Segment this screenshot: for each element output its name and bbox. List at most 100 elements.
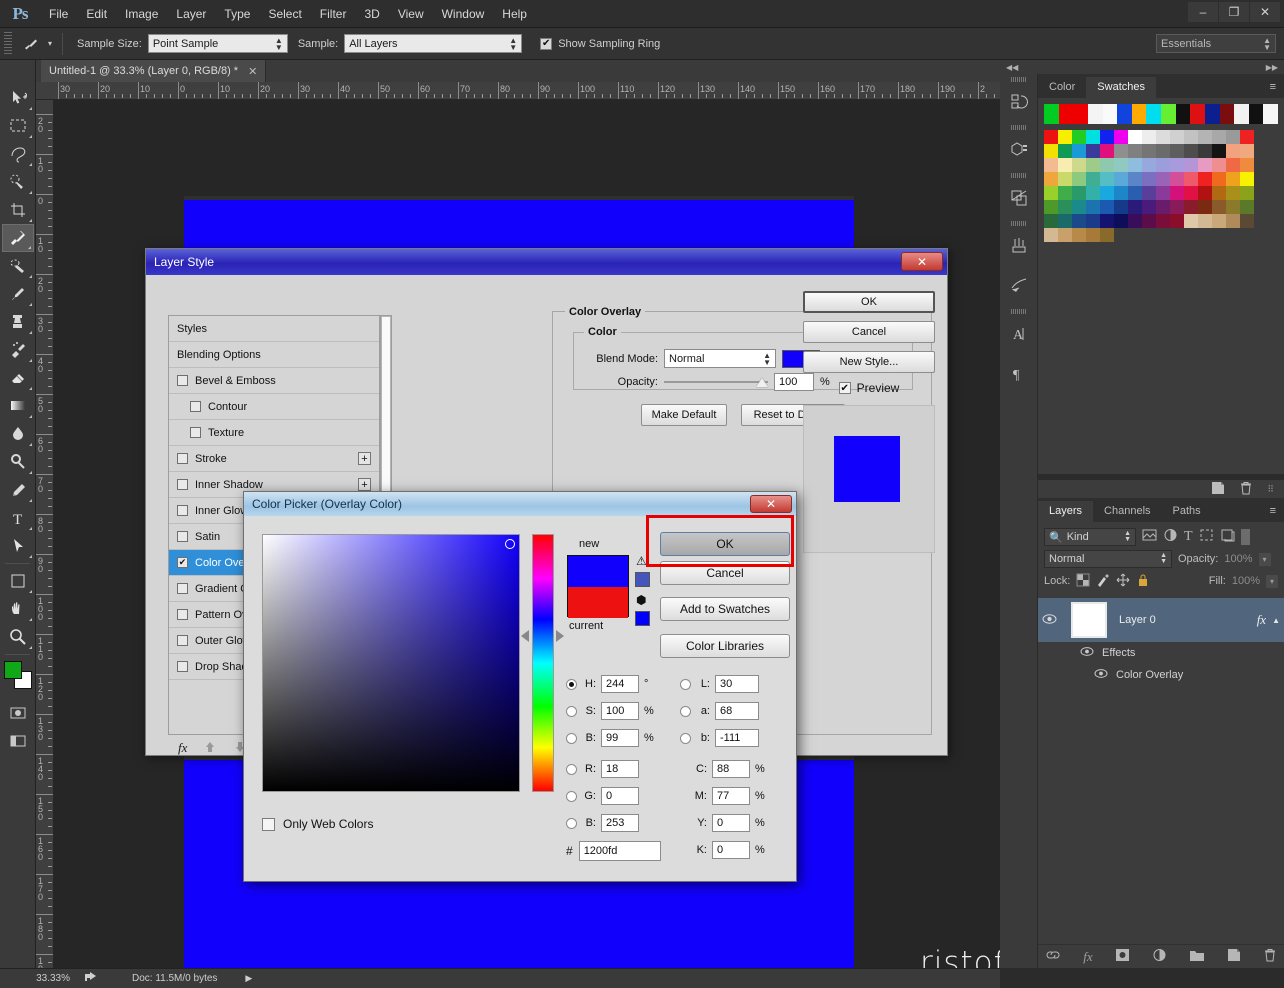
menu-bar[interactable]: File Edit Image Layer Type Select Filter 3D View… bbox=[40, 0, 536, 28]
color-swatch[interactable] bbox=[1212, 144, 1226, 158]
field-input[interactable]: -111 bbox=[715, 729, 759, 747]
eyedropper-tool-preset-icon[interactable] bbox=[20, 33, 42, 55]
link-layers-icon[interactable] bbox=[1045, 948, 1061, 965]
color-field-b[interactable]: b: -111 bbox=[680, 729, 759, 747]
radio-h[interactable] bbox=[566, 678, 577, 690]
close-icon[interactable]: ✕ bbox=[750, 495, 792, 513]
quick-mask-icon[interactable] bbox=[2, 699, 34, 727]
delete-layer-icon[interactable] bbox=[1263, 948, 1277, 965]
field-input[interactable]: 100 bbox=[601, 702, 639, 720]
color-swatch[interactable] bbox=[1100, 200, 1114, 214]
color-swatch[interactable] bbox=[1072, 130, 1086, 144]
layer-style-cancel-button[interactable]: Cancel bbox=[803, 321, 935, 343]
field-input[interactable]: 18 bbox=[601, 760, 639, 778]
paragraph-panel-icon[interactable]: ¶ bbox=[1000, 354, 1038, 394]
layer-style-ok-button[interactable]: OK bbox=[803, 291, 935, 313]
color-swatch[interactable] bbox=[1142, 200, 1156, 214]
opacity-value[interactable]: 100% bbox=[1224, 553, 1252, 565]
color-swatch[interactable] bbox=[1226, 200, 1240, 214]
foreground-color-swatch[interactable] bbox=[3, 661, 22, 679]
move-tool[interactable] bbox=[2, 84, 34, 112]
color-swatch[interactable] bbox=[1072, 186, 1086, 200]
document-tab[interactable]: Untitled-1 @ 33.3% (Layer 0, RGB/8) * ✕ bbox=[41, 60, 267, 82]
color-swatch[interactable] bbox=[1086, 144, 1100, 158]
radio-a[interactable] bbox=[680, 705, 691, 717]
color-swatch[interactable] bbox=[1240, 144, 1254, 158]
menu-help[interactable]: Help bbox=[493, 0, 536, 28]
zoom-tool[interactable] bbox=[2, 623, 34, 651]
color-swatch[interactable] bbox=[1086, 228, 1100, 242]
screen-mode-icon[interactable] bbox=[2, 727, 34, 755]
current-color-swatch[interactable] bbox=[568, 587, 628, 618]
line-tool[interactable] bbox=[2, 567, 34, 595]
sample-size-select[interactable]: Point Sample ▲ ▼ bbox=[147, 34, 288, 53]
effect-visibility-icon[interactable] bbox=[1094, 668, 1108, 682]
color-swatch[interactable] bbox=[1156, 144, 1170, 158]
color-swatch[interactable] bbox=[1170, 144, 1184, 158]
show-sampling-ring-checkbox[interactable]: ✔ Show Sampling Ring bbox=[540, 37, 660, 50]
color-swatch[interactable] bbox=[1156, 172, 1170, 186]
color-swatch[interactable] bbox=[1128, 186, 1142, 200]
color-swatch[interactable] bbox=[1058, 228, 1072, 242]
layer-expand-icon[interactable]: ▲ bbox=[1272, 616, 1280, 625]
color-swatch[interactable] bbox=[1184, 214, 1198, 228]
color-swatch[interactable] bbox=[1198, 200, 1212, 214]
color-swatch[interactable] bbox=[1142, 158, 1156, 172]
color-swatch[interactable] bbox=[1184, 144, 1198, 158]
color-swatch[interactable] bbox=[1044, 130, 1058, 144]
color-swatch[interactable] bbox=[1156, 186, 1170, 200]
close-button[interactable]: ✕ bbox=[1250, 2, 1280, 22]
add-effect-icon[interactable]: + bbox=[358, 478, 371, 491]
color-field-s[interactable]: S: 100% bbox=[566, 702, 654, 720]
new-layer-icon[interactable] bbox=[1227, 948, 1241, 965]
color-field-b[interactable]: B: 99% bbox=[566, 729, 654, 747]
tab-layers[interactable]: Layers bbox=[1038, 501, 1094, 522]
radio-b[interactable] bbox=[566, 732, 577, 744]
color-swatch[interactable] bbox=[1184, 172, 1198, 186]
layer-style-item-styles[interactable]: Styles bbox=[169, 316, 379, 342]
color-swatch[interactable] bbox=[1044, 172, 1058, 186]
opacity-dropdown-icon[interactable]: ▾ bbox=[1258, 552, 1271, 566]
checkbox[interactable] bbox=[177, 479, 188, 490]
layer-fx-badge[interactable]: fx bbox=[1257, 612, 1266, 628]
color-swatch[interactable] bbox=[1058, 158, 1072, 172]
radio-b[interactable] bbox=[566, 817, 577, 829]
menu-file[interactable]: File bbox=[40, 0, 77, 28]
color-swatch[interactable] bbox=[1226, 172, 1240, 186]
menu-edit[interactable]: Edit bbox=[77, 0, 116, 28]
preview-checkbox[interactable]: ✔ Preview bbox=[803, 381, 935, 395]
layer-style-item-texture[interactable]: Texture bbox=[169, 420, 379, 446]
recent-swatch[interactable] bbox=[1248, 104, 1264, 124]
color-swatch[interactable] bbox=[1226, 130, 1240, 144]
window-controls[interactable]: – ❐ ✕ bbox=[1187, 2, 1280, 22]
color-swatch[interactable] bbox=[1114, 214, 1128, 228]
radio-g[interactable] bbox=[566, 790, 577, 802]
add-to-swatches-button[interactable]: Add to Swatches bbox=[660, 597, 790, 621]
color-swatch[interactable] bbox=[1198, 130, 1212, 144]
color-swatch[interactable] bbox=[1240, 130, 1254, 144]
color-swatch[interactable] bbox=[1226, 214, 1240, 228]
color-swatch[interactable] bbox=[1044, 200, 1058, 214]
checkbox[interactable] bbox=[190, 401, 201, 412]
3d-panel-icon[interactable] bbox=[1000, 130, 1038, 170]
status-expand-icon[interactable]: ▶ bbox=[245, 973, 252, 984]
opacity-slider[interactable] bbox=[664, 375, 768, 389]
foreground-background-color[interactable] bbox=[3, 661, 32, 689]
lasso-tool[interactable] bbox=[2, 140, 34, 168]
menu-3d[interactable]: 3D bbox=[355, 0, 388, 28]
color-swatch[interactable] bbox=[1170, 186, 1184, 200]
color-swatch[interactable] bbox=[1058, 144, 1072, 158]
color-swatch[interactable] bbox=[1114, 158, 1128, 172]
filter-shape-icon[interactable] bbox=[1199, 528, 1214, 546]
collapse-left-icon[interactable]: ◀◀ bbox=[1006, 63, 1018, 72]
history-brush-tool[interactable] bbox=[2, 336, 34, 364]
lock-position-icon[interactable] bbox=[1116, 573, 1130, 590]
color-picker-title-bar[interactable]: Color Picker (Overlay Color) ✕ bbox=[244, 492, 796, 516]
color-swatch[interactable] bbox=[1156, 214, 1170, 228]
web-safe-alt-color-swatch[interactable] bbox=[635, 611, 650, 626]
character-panel-icon[interactable]: A bbox=[1000, 314, 1038, 354]
color-field-g[interactable]: G: 0 bbox=[566, 787, 639, 805]
color-swatch[interactable] bbox=[1170, 214, 1184, 228]
color-swatch[interactable] bbox=[1072, 158, 1086, 172]
color-swatch[interactable] bbox=[1170, 200, 1184, 214]
